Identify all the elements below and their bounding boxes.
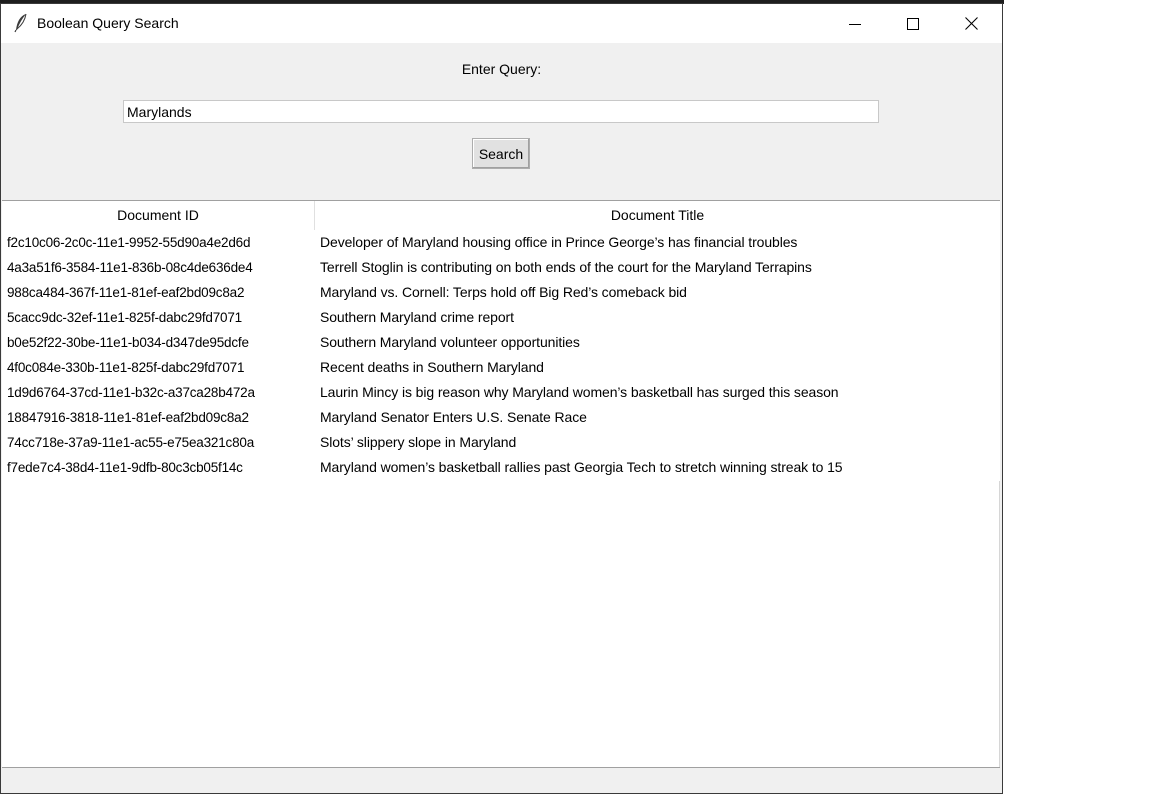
document-id-cell: 4a3a51f6-3584-11e1-836b-08c4de636de4 xyxy=(7,260,253,275)
table-row[interactable]: f7ede7c4-38d4-11e1-9dfb-80c3cb05f14c Mar… xyxy=(2,455,1000,480)
table-body: f2c10c06-2c0c-11e1-9952-55d90a4e2d6d Dev… xyxy=(2,230,1000,480)
close-button[interactable] xyxy=(942,4,1000,43)
document-id-cell: 988ca484-367f-11e1-81ef-eaf2bd09c8a2 xyxy=(7,285,245,300)
document-title-cell: Southern Maryland crime report xyxy=(320,309,514,325)
table-row[interactable]: 18847916-3818-11e1-81ef-eaf2bd09c8a2 Mar… xyxy=(2,405,1000,430)
window-title: Boolean Query Search xyxy=(37,15,179,31)
table-row[interactable]: 4a3a51f6-3584-11e1-836b-08c4de636de4 Ter… xyxy=(2,255,1000,280)
document-id-cell: 18847916-3818-11e1-81ef-eaf2bd09c8a2 xyxy=(7,410,249,425)
table-row[interactable]: f2c10c06-2c0c-11e1-9952-55d90a4e2d6d Dev… xyxy=(2,230,1000,255)
table-row[interactable]: 5cacc9dc-32ef-11e1-825f-dabc29fd7071 Sou… xyxy=(2,305,1000,330)
document-id-cell: 74cc718e-37a9-11e1-ac55-e75ea321c80a xyxy=(7,435,255,450)
table-row[interactable]: 1d9d6764-37cd-11e1-b32c-a37ca28b472a Lau… xyxy=(2,380,1000,405)
document-title-cell: Laurin Mincy is big reason why Maryland … xyxy=(320,384,839,400)
minimize-icon xyxy=(849,23,861,25)
document-title-cell: Terrell Stoglin is contributing on both … xyxy=(320,259,812,275)
document-id-cell: f7ede7c4-38d4-11e1-9dfb-80c3cb05f14c xyxy=(7,460,243,475)
query-label: Enter Query: xyxy=(461,61,542,77)
bottom-strip xyxy=(1,768,1002,793)
column-header-document-title[interactable]: Document Title xyxy=(315,201,1000,230)
table-header: Document ID Document Title xyxy=(2,201,1000,230)
document-id-cell: b0e52f22-30be-11e1-b034-d347de95dcfe xyxy=(7,335,249,350)
document-id-cell: f2c10c06-2c0c-11e1-9952-55d90a4e2d6d xyxy=(7,235,251,250)
document-title-cell: Developer of Maryland housing office in … xyxy=(320,234,798,250)
close-icon xyxy=(964,17,978,30)
query-input[interactable] xyxy=(123,100,879,123)
scrollbar-edge[interactable] xyxy=(999,481,1000,767)
minimize-button[interactable] xyxy=(826,4,884,43)
document-title-cell: Recent deaths in Southern Maryland xyxy=(320,359,544,375)
column-header-document-id[interactable]: Document ID xyxy=(2,201,315,230)
document-title-cell: Maryland women’s basketball rallies past… xyxy=(320,459,843,475)
app-window: Boolean Query Search Enter Query: Search… xyxy=(0,3,1003,794)
document-title-cell: Maryland Senator Enters U.S. Senate Race xyxy=(320,409,587,425)
table-row[interactable]: b0e52f22-30be-11e1-b034-d347de95dcfe Sou… xyxy=(2,330,1000,355)
document-id-cell: 5cacc9dc-32ef-11e1-825f-dabc29fd7071 xyxy=(7,310,242,325)
document-title-cell: Southern Maryland volunteer opportunitie… xyxy=(320,334,580,350)
document-id-cell: 4f0c084e-330b-11e1-825f-dabc29fd7071 xyxy=(7,360,245,375)
search-button[interactable]: Search xyxy=(472,138,530,169)
document-title-cell: Maryland vs. Cornell: Terps hold off Big… xyxy=(320,284,687,300)
maximize-icon xyxy=(907,17,919,30)
document-id-cell: 1d9d6764-37cd-11e1-b32c-a37ca28b472a xyxy=(7,385,255,400)
title-bar[interactable]: Boolean Query Search xyxy=(1,4,1002,43)
document-title-cell: Slots’ slippery slope in Maryland xyxy=(320,434,517,450)
feather-icon xyxy=(14,13,28,33)
table-row[interactable]: 4f0c084e-330b-11e1-825f-dabc29fd7071 Rec… xyxy=(2,355,1000,380)
results-table[interactable]: Document ID Document Title f2c10c06-2c0c… xyxy=(2,200,1000,768)
table-row[interactable]: 74cc718e-37a9-11e1-ac55-e75ea321c80a Slo… xyxy=(2,430,1000,455)
maximize-button[interactable] xyxy=(884,4,942,43)
table-row[interactable]: 988ca484-367f-11e1-81ef-eaf2bd09c8a2 Mar… xyxy=(2,280,1000,305)
